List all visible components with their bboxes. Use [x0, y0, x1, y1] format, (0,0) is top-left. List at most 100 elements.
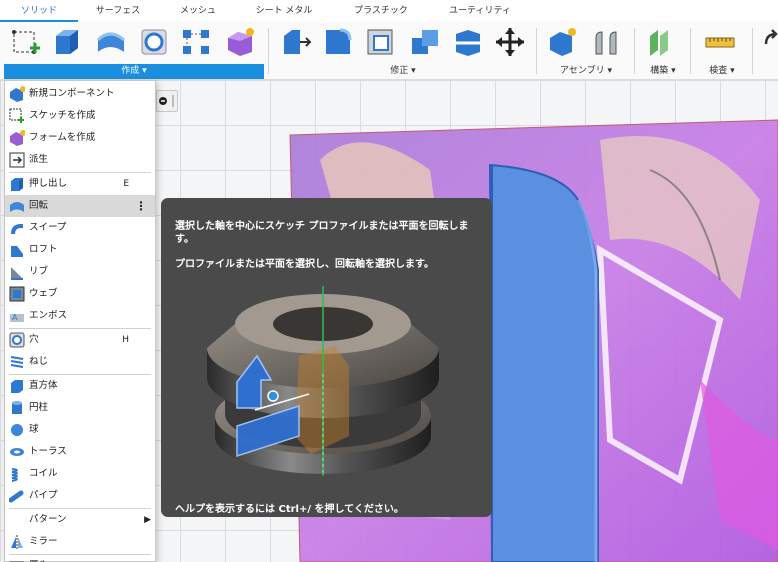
tab-mesh[interactable]: メッシュ — [158, 0, 238, 22]
menu-item-box[interactable]: 直方体 — [5, 375, 155, 397]
inspect-dropdown[interactable]: 検査 ▾ — [694, 64, 750, 79]
torus-icon — [10, 448, 24, 456]
menu-label: エンボス — [29, 310, 68, 321]
group-divider — [752, 28, 753, 74]
new-sketch-icon[interactable] — [10, 26, 42, 58]
menu-item-torus[interactable]: トーラス — [5, 441, 155, 463]
menu-item-sphere[interactable]: 球 — [5, 419, 155, 441]
menu-label: リブ — [29, 266, 49, 277]
menu-label: 新規コンポーネント — [29, 88, 115, 99]
extrude-icon — [11, 178, 23, 191]
construct-dropdown[interactable]: 構築 ▾ — [638, 64, 688, 79]
sphere-icon — [11, 424, 23, 436]
coil-icon — [11, 468, 18, 482]
menu-item-thread[interactable]: ねじ — [5, 351, 155, 373]
menu-item-emboss[interactable]: A エンボス — [5, 305, 155, 327]
derive-icon — [9, 152, 25, 168]
menu-label: コイル — [29, 468, 58, 479]
tab-solid[interactable]: ソリッド — [0, 0, 78, 22]
press-pull-icon[interactable] — [280, 26, 312, 58]
menu-item-cylinder[interactable]: 円柱 — [5, 397, 155, 419]
web-icon — [9, 286, 25, 302]
revolve-icon[interactable] — [94, 26, 126, 58]
fillet-icon[interactable] — [322, 26, 354, 58]
pattern-icon[interactable] — [180, 26, 212, 58]
group-divider — [268, 28, 269, 74]
create-sketch-icon — [9, 108, 24, 123]
pipe-icon — [9, 490, 24, 503]
loft-icon — [11, 246, 23, 257]
revolve-icon — [10, 202, 24, 212]
menu-label: ねじ — [29, 356, 49, 367]
menu-label: 厚み — [29, 555, 48, 562]
menu-item-thicken[interactable]: 厚み — [5, 555, 155, 562]
combine-icon[interactable] — [408, 26, 440, 58]
group-divider — [690, 28, 691, 74]
revolve-illustration — [207, 286, 439, 476]
new-component-icon — [10, 86, 25, 102]
hole-icon — [9, 332, 25, 348]
menu-item-derive[interactable]: 派生 — [5, 149, 155, 171]
menu-label: 派生 — [29, 154, 49, 165]
menu-item-create-sketch[interactable]: スケッチを作成 — [5, 105, 155, 127]
thread-icon — [10, 356, 24, 368]
move-icon[interactable] — [494, 26, 526, 58]
menu-item-extrude[interactable]: 押し出し E — [5, 173, 155, 195]
tab-sheet-metal[interactable]: シート メタル — [238, 0, 330, 22]
measure-icon[interactable] — [704, 26, 736, 58]
shortcut-key: H — [122, 335, 129, 345]
tooltip-description: 選択した軸を中心にスケッチ プロファイルまたは平面を回転します。 — [175, 221, 469, 245]
extrude-icon[interactable] — [50, 26, 82, 58]
svg-text:A: A — [12, 313, 18, 322]
tab-plastic[interactable]: プラスチック — [330, 0, 432, 22]
shortcut-key: E — [123, 179, 129, 189]
modify-dropdown[interactable]: 修正 ▾ — [272, 64, 534, 79]
menu-label: スイープ — [29, 222, 67, 233]
menu-item-mirror[interactable]: ミラー — [5, 531, 155, 553]
menu-item-web[interactable]: ウェブ — [5, 283, 155, 305]
menu-label: 直方体 — [29, 380, 58, 391]
revolve-tooltip: 選択した軸を中心にスケッチ プロファイルまたは平面を回転します。 プロファイルま… — [161, 198, 492, 517]
browser-collapse-button[interactable] — [156, 90, 178, 112]
menu-label: パターン — [29, 514, 67, 525]
cylinder-icon — [12, 401, 22, 414]
menu-item-rib[interactable]: リブ — [5, 261, 155, 283]
menu-label: ロフト — [29, 244, 58, 255]
menu-label: ウェブ — [29, 288, 58, 299]
group-divider — [634, 28, 635, 74]
menu-item-pattern[interactable]: パターン ▶ — [5, 509, 155, 531]
menu-item-revolve[interactable]: 回転 ⋮ — [5, 195, 155, 217]
insert-icon[interactable] — [760, 26, 778, 58]
menu-item-pipe[interactable]: パイプ — [5, 485, 155, 507]
new-form-icon[interactable] — [224, 26, 256, 58]
rib-icon — [11, 267, 23, 280]
group-divider — [536, 28, 537, 74]
menu-item-new-component[interactable]: 新規コンポーネント — [5, 83, 155, 105]
menu-item-loft[interactable]: ロフト — [5, 239, 155, 261]
new-component-icon[interactable] — [546, 26, 578, 58]
menu-label: 回転 — [29, 200, 49, 211]
create-dropdown-menu: 新規コンポーネント スケッチを作成 フォームを作成 派生 押し出し E 回転 ⋮… — [4, 80, 156, 562]
assemble-dropdown[interactable]: アセンブリ ▾ — [540, 64, 632, 79]
menu-label: 押し出し — [29, 178, 68, 189]
create-form-icon — [10, 130, 25, 146]
menu-item-create-form[interactable]: フォームを作成 — [5, 127, 155, 149]
create-dropdown[interactable]: 作成 ▾ — [4, 64, 264, 79]
split-face-icon[interactable] — [452, 26, 484, 58]
workspace-tabs: ソリッド サーフェス メッシュ シート メタル プラスチック ユーティリティ — [0, 0, 778, 22]
hole-icon[interactable] — [138, 26, 170, 58]
tooltip-help-hint: ヘルプを表示するには Ctrl+/ を押してください。 — [175, 504, 404, 515]
menu-label: 穴 — [29, 334, 39, 345]
tab-utilities[interactable]: ユーティリティ — [432, 0, 528, 22]
more-options-icon[interactable]: ⋮ — [135, 195, 147, 217]
shell-icon[interactable] — [364, 26, 396, 58]
menu-item-coil[interactable]: コイル — [5, 463, 155, 485]
menu-item-hole[interactable]: 穴 H — [5, 329, 155, 351]
menu-item-sweep[interactable]: スイープ — [5, 217, 155, 239]
tab-surface[interactable]: サーフェス — [78, 0, 158, 22]
menu-label: トーラス — [29, 446, 67, 457]
menu-label: 円柱 — [29, 402, 49, 413]
offset-plane-icon[interactable] — [644, 26, 676, 58]
menu-label: パイプ — [29, 490, 58, 501]
joint-icon[interactable] — [590, 26, 622, 58]
